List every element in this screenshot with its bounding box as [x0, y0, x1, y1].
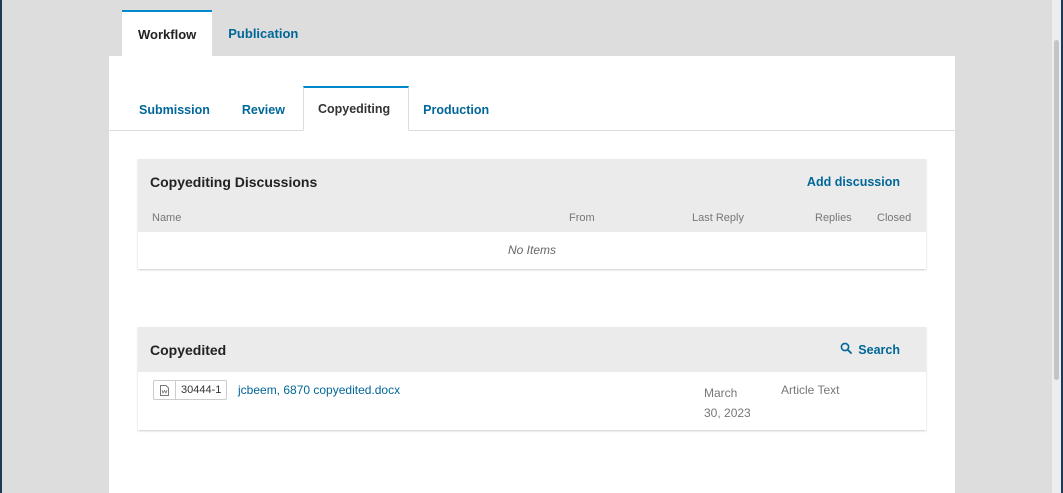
search-label: Search — [858, 342, 900, 357]
file-id-badge: 30444-1 — [153, 380, 228, 400]
tab-review[interactable]: Review — [228, 87, 303, 132]
document-icon — [154, 381, 176, 399]
tab-workflow[interactable]: Workflow — [122, 10, 213, 57]
scrollbar-thumb[interactable] — [1054, 40, 1059, 380]
file-name-link[interactable]: jcbeem, 6870 copyedited.docx — [238, 383, 400, 397]
viewport: Workflow Publication Submission Review C… — [2, 0, 1061, 493]
column-replies[interactable]: Replies — [815, 212, 852, 224]
column-headers: Name From Last Reply Replies Closed — [138, 204, 926, 232]
search-icon — [840, 342, 853, 357]
file-type: Article Text — [781, 383, 840, 397]
workflow-panel: Submission Review Copyediting Production… — [109, 56, 955, 493]
tab-copyediting[interactable]: Copyediting — [302, 86, 410, 131]
grid-title: Copyedited — [150, 341, 227, 358]
file-id: 30444-1 — [181, 384, 222, 396]
tab-publication[interactable]: Publication — [212, 10, 314, 57]
grid-title: Copyediting Discussions — [150, 173, 318, 190]
grid-header: Copyedited Search — [138, 327, 926, 372]
column-closed[interactable]: Closed — [877, 212, 911, 224]
stage-tabs: Submission Review Copyediting Production — [109, 86, 955, 131]
column-name[interactable]: Name — [152, 212, 181, 224]
copyedited-files-grid: Copyedited Search 30444-1 jcbeem, 6870 c… — [138, 327, 926, 430]
vertical-scrollbar[interactable] — [1052, 0, 1061, 493]
add-discussion-button[interactable]: Add discussion — [807, 175, 900, 189]
column-last-reply[interactable]: Last Reply — [692, 212, 744, 224]
file-date: March 30, 2023 — [704, 386, 751, 420]
tab-submission[interactable]: Submission — [125, 87, 228, 132]
add-discussion-label: Add discussion — [806, 174, 900, 189]
column-from[interactable]: From — [569, 212, 595, 224]
grid-header: Copyediting Discussions Add discussion — [138, 159, 926, 204]
copyediting-discussions-grid: Copyediting Discussions Add discussion N… — [138, 159, 926, 269]
workflow-tabs: Workflow Publication — [122, 10, 314, 57]
tab-production[interactable]: Production — [409, 87, 507, 132]
empty-row: No Items — [138, 232, 926, 269]
file-row: 30444-1 jcbeem, 6870 copyedited.docx Mar… — [138, 372, 926, 430]
search-button[interactable]: Search — [840, 342, 900, 357]
